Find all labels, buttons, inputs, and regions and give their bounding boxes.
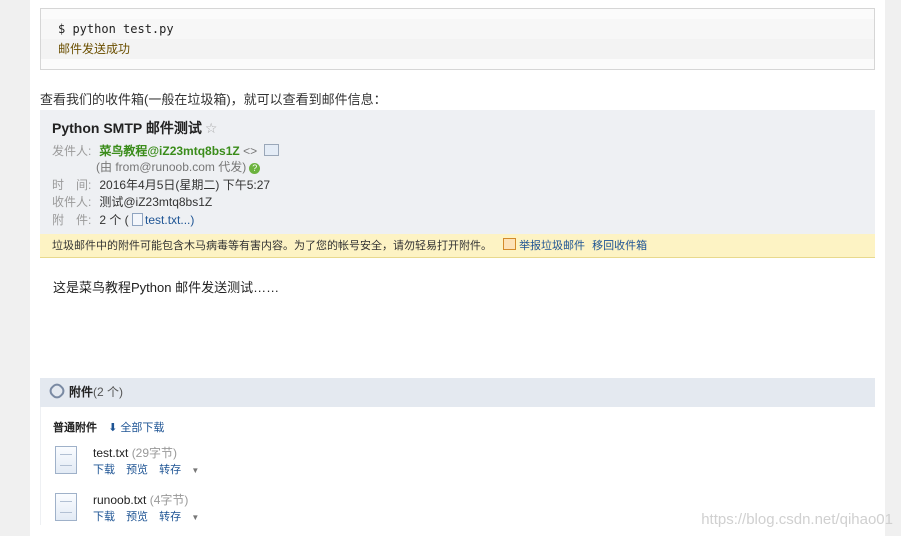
spam-warning-bar: 垃圾邮件中的附件可能包含木马病毒等有害内容。为了您的帐号安全，请勿轻易打开附件。…	[40, 234, 875, 258]
file-name[interactable]: test.txt	[93, 446, 128, 460]
document-icon	[55, 446, 77, 474]
report-spam-link[interactable]: 举报垃圾邮件	[519, 240, 585, 252]
attachments-panel: 普通附件 ⬇ 全部下载 test.txt (29字节) 下载 预览 转存 ▼ r…	[40, 407, 875, 525]
download-link[interactable]: 下载	[93, 464, 115, 476]
download-link[interactable]: 下载	[93, 511, 115, 523]
attachment-name[interactable]: test.txt (29字节)	[93, 444, 177, 461]
file-size: (29字节)	[131, 446, 178, 460]
download-arrow-icon: ⬇	[108, 422, 118, 434]
normal-attachments-row: 普通附件 ⬇ 全部下载	[53, 419, 164, 435]
file-size: (4字节)	[149, 493, 189, 507]
save-to-link[interactable]: 转存 ▼	[159, 464, 207, 476]
save-to-label: 转存	[159, 511, 182, 523]
subject-text: Python SMTP 邮件测试	[52, 120, 202, 136]
sender-label: 发件人:	[52, 144, 92, 158]
download-all-link[interactable]: 全部下载	[120, 422, 164, 434]
normal-attachments-label: 普通附件	[53, 422, 97, 434]
mail-header: Python SMTP 邮件测试 ☆ 发件人: 菜鸟教程@iZ23mtq8bs1Z…	[40, 110, 875, 234]
attachment-count: 2 个 (	[99, 213, 129, 227]
move-to-inbox-link[interactable]: 移回收件箱	[592, 240, 647, 252]
report-icon	[503, 238, 517, 250]
attachment-label: 附 件:	[52, 213, 92, 227]
recipient-value: 测试@iZ23mtq8bs1Z	[99, 195, 213, 209]
time-label: 时 间:	[52, 178, 92, 192]
attachment-actions: 下载 预览 转存 ▼	[93, 508, 215, 524]
document-icon	[55, 493, 77, 521]
via-text: (由 from@runoob.com 代发)	[96, 160, 247, 174]
attachment-name[interactable]: runoob.txt (4字节)	[93, 491, 188, 508]
attachments-count: (2 个)	[93, 385, 124, 399]
warning-text: 垃圾邮件中的附件可能包含木马病毒等有害内容。为了您的帐号安全，请勿轻易打开附件。	[52, 240, 492, 252]
time-row: 时 间: 2016年4月5日(星期二) 下午5:27	[52, 176, 270, 193]
recipient-row: 收件人: 测试@iZ23mtq8bs1Z	[52, 193, 212, 210]
preview-link[interactable]: 预览	[126, 511, 148, 523]
paperclip-icon	[47, 381, 67, 401]
save-to-label: 转存	[159, 464, 182, 476]
recipient-label: 收件人:	[52, 195, 92, 209]
mail-subject: Python SMTP 邮件测试 ☆	[52, 118, 217, 138]
mail-body: 这是菜鸟教程Python 邮件发送测试……	[53, 280, 280, 295]
watermark-text: https://blog.csdn.net/qihao01	[701, 511, 893, 528]
code-line-command: $ python test.py	[41, 19, 874, 39]
code-line-output: 邮件发送成功	[41, 39, 874, 59]
attachments-title: 附件	[69, 385, 94, 399]
attachment-item: runoob.txt (4字节) 下载 预览 转存 ▼	[55, 491, 455, 527]
attachment-item: test.txt (29字节) 下载 预览 转存 ▼	[55, 444, 455, 480]
article-page: $ python test.py 邮件发送成功 查看我们的收件箱(一般在垃圾箱)…	[30, 0, 885, 536]
save-to-link[interactable]: 转存 ▼	[159, 511, 207, 523]
attachments-header: 附件(2 个)	[40, 378, 875, 407]
sender-brackets: <>	[243, 144, 258, 158]
sender-name[interactable]: 菜鸟教程@iZ23mtq8bs1Z	[99, 144, 239, 158]
preview-link[interactable]: 预览	[126, 464, 148, 476]
sender-row: 发件人: 菜鸟教程@iZ23mtq8bs1Z <>	[52, 142, 280, 159]
code-block: $ python test.py 邮件发送成功	[40, 8, 875, 70]
time-value: 2016年4月5日(星期二) 下午5:27	[99, 178, 271, 192]
file-name[interactable]: runoob.txt	[93, 493, 146, 507]
chevron-down-icon: ▼	[189, 466, 200, 475]
attachment-row: 附 件: 2 个 ( test.txt...)	[52, 211, 194, 228]
attachment-actions: 下载 预览 转存 ▼	[93, 461, 215, 477]
help-icon[interactable]: ?	[249, 163, 261, 174]
chevron-down-icon: ▼	[189, 513, 200, 522]
contact-card-icon[interactable]	[264, 144, 280, 156]
star-icon[interactable]: ☆	[205, 120, 218, 136]
file-icon	[132, 213, 144, 226]
intro-text: 查看我们的收件箱(一般在垃圾箱)，就可以查看到邮件信息：	[40, 92, 387, 107]
attachment-link[interactable]: test.txt...)	[145, 213, 194, 227]
via-row: (由 from@runoob.com 代发)?	[96, 158, 261, 175]
